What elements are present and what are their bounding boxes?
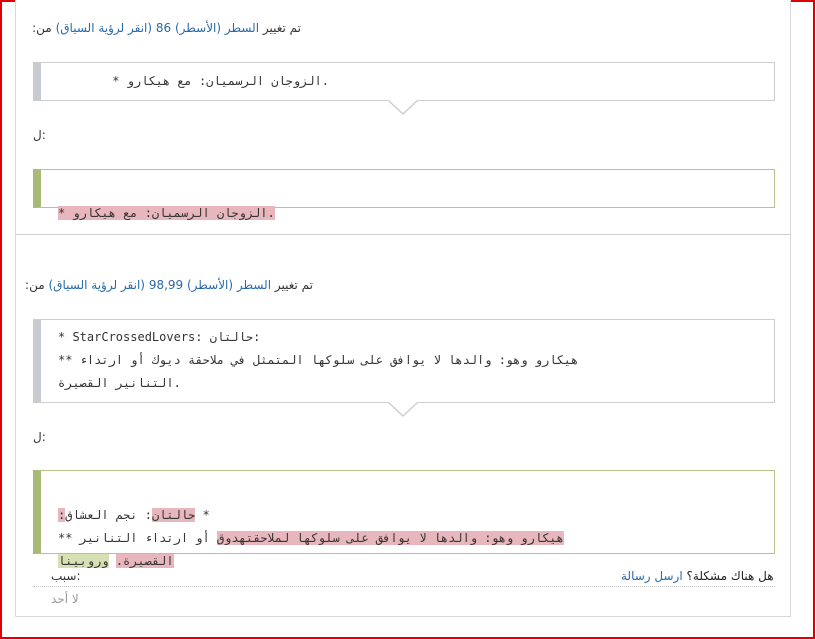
change-2-old-box: * StarCrossedLovers: حالتان: هيكارو وهو:… [33, 319, 775, 403]
change-2-new-line-3-deleted: القصيرة. [115, 554, 174, 568]
change-1-old-box: .الزوجان الرسميان: مع هيكارو * [33, 62, 775, 101]
change-2-new-line-2-deleted: هيكارو وهو: والدها لا يوافق على سلوكها ل… [216, 531, 564, 545]
change-2-old-line-2: هيكارو وهو: والدها لا يوافق على سلوكها ا… [58, 353, 579, 367]
change-1-heading: تم تغيير السطر (الأسطر) 86 (انقر لرؤية ا… [32, 21, 301, 35]
change-2-old-line-1: * StarCrossedLovers: حالتان: [58, 330, 261, 344]
footer-divider [33, 586, 775, 587]
change-1-old-line: .الزوجان الرسميان: مع هيكارو * [112, 74, 329, 88]
change-1-deleted-text: .الزوجان الرسميان: مع هيكارو * [58, 206, 275, 220]
change-2-to-label: ل: [33, 430, 46, 444]
change-2-old-line-3: .التنانير القصيرة [58, 376, 181, 390]
reason-label: سبب: [51, 569, 81, 583]
change-2-heading: تم تغيير السطر (الأسطر) 98,99 (انقر لرؤي… [25, 278, 313, 292]
change-2-new-line-3-plain [109, 554, 116, 568]
change-1-pointer-inner [389, 100, 417, 113]
change-2-line-link[interactable]: السطر (الأسطر) 98,99 [149, 278, 271, 292]
change-1-heading-suffix: من: [32, 21, 52, 35]
change-2-new-box: * حالتان: نجم العشاق: هيكارو وهو: والدها… [33, 470, 775, 568]
change-2-new-line-3-added: وروبينا [58, 554, 109, 568]
change-2-pointer-inner [389, 402, 417, 415]
reason-value: لا أحد [51, 592, 79, 606]
problem-text: هل هناك مشكلة؟ [686, 569, 774, 583]
change-1-line-link[interactable]: السطر (الأسطر) 86 [156, 21, 259, 35]
change-1-context-link[interactable]: (انقر لرؤية السياق) [56, 21, 153, 35]
change-1-to-label: ل: [33, 128, 46, 142]
send-message-link[interactable]: ارسل رسالة [621, 569, 683, 583]
change-1-new-box: .الزوجان الرسميان: مع هيكارو * [33, 169, 775, 220]
change-separator [15, 234, 791, 235]
change-1-new-line: .الزوجان الرسميان: مع هيكارو * [58, 177, 304, 249]
problem-report: هل هناك مشكلة؟ ارسل رسالة [621, 569, 774, 583]
change-2-heading-prefix: تم تغيير [274, 278, 313, 292]
change-2-context-link[interactable]: (انقر لرؤية السياق) [48, 278, 145, 292]
change-1-heading-prefix: تم تغيير [262, 21, 301, 35]
change-2-heading-suffix: من: [25, 278, 45, 292]
